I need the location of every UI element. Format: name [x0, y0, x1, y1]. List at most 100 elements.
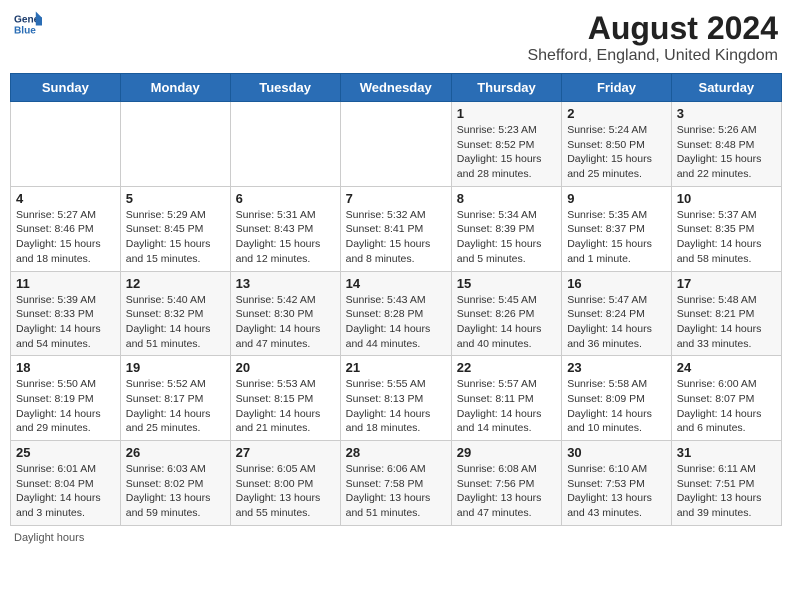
calendar-cell: 25 Sunrise: 6:01 AM Sunset: 8:04 PM Dayli…: [11, 441, 121, 526]
day-info: Sunrise: 5:31 AM Sunset: 8:43 PM Dayligh…: [236, 208, 335, 267]
calendar-cell: 15 Sunrise: 5:45 AM Sunset: 8:26 PM Dayli…: [451, 271, 561, 356]
day-info: Sunrise: 6:03 AM Sunset: 8:02 PM Dayligh…: [126, 462, 225, 521]
footer-text: Daylight hours: [14, 532, 84, 544]
calendar-week-2: 4 Sunrise: 5:27 AM Sunset: 8:46 PM Daylig…: [11, 186, 782, 271]
calendar-cell: 14 Sunrise: 5:43 AM Sunset: 8:28 PM Dayli…: [340, 271, 451, 356]
day-number: 28: [346, 445, 446, 460]
calendar-cell: 21Sunrise: 5:55 AM Sunset: 8:13 PM Dayli…: [340, 356, 451, 441]
calendar-week-1: 1 Sunrise: 5:23 AM Sunset: 8:52 PM Daylig…: [11, 102, 782, 187]
header-sunday: Sunday: [11, 74, 121, 102]
day-info: Sunrise: 5:34 AM Sunset: 8:39 PM Dayligh…: [457, 208, 556, 267]
calendar-cell: 9Sunrise: 5:35 AM Sunset: 8:37 PM Daylig…: [562, 186, 672, 271]
day-info: Sunrise: 5:47 AM Sunset: 8:24 PM Dayligh…: [567, 293, 666, 352]
header: General Blue August 2024 Shefford, Engla…: [10, 10, 782, 65]
day-info: Sunrise: 5:27 AM Sunset: 8:46 PM Dayligh…: [16, 208, 115, 267]
calendar-cell: 4 Sunrise: 5:27 AM Sunset: 8:46 PM Daylig…: [11, 186, 121, 271]
day-number: 31: [677, 445, 776, 460]
day-info: Sunrise: 6:01 AM Sunset: 8:04 PM Dayligh…: [16, 462, 115, 521]
calendar-cell: 27 Sunrise: 6:05 AM Sunset: 8:00 PM Dayli…: [230, 441, 340, 526]
calendar-cell: 23 Sunrise: 5:58 AM Sunset: 8:09 PM Dayli…: [562, 356, 672, 441]
day-info: Sunrise: 5:57 AM Sunset: 8:11 PM Dayligh…: [457, 377, 556, 436]
day-info: Sunrise: 6:08 AM Sunset: 7:56 PM Dayligh…: [457, 462, 556, 521]
day-number: 17: [677, 276, 776, 291]
calendar-cell: 20 Sunrise: 5:53 AM Sunset: 8:15 PM Dayli…: [230, 356, 340, 441]
day-info: Sunrise: 5:52 AM Sunset: 8:17 PM Dayligh…: [126, 377, 225, 436]
day-number: 20: [236, 360, 335, 375]
day-number: 18: [16, 360, 115, 375]
day-info: Sunrise: 6:00 AM Sunset: 8:07 PM Dayligh…: [677, 377, 776, 436]
calendar-cell: 24Sunrise: 6:00 AM Sunset: 8:07 PM Dayli…: [671, 356, 781, 441]
day-info: Sunrise: 5:42 AM Sunset: 8:30 PM Dayligh…: [236, 293, 335, 352]
day-number: 7: [346, 191, 446, 206]
title-area: August 2024 Shefford, England, United Ki…: [527, 10, 778, 65]
day-number: 4: [16, 191, 115, 206]
day-info: Sunrise: 5:35 AM Sunset: 8:37 PM Dayligh…: [567, 208, 666, 267]
calendar-week-5: 25 Sunrise: 6:01 AM Sunset: 8:04 PM Dayli…: [11, 441, 782, 526]
days-row: Sunday Monday Tuesday Wednesday Thursday…: [11, 74, 782, 102]
calendar-cell: 1 Sunrise: 5:23 AM Sunset: 8:52 PM Daylig…: [451, 102, 561, 187]
day-info: Sunrise: 5:32 AM Sunset: 8:41 PM Dayligh…: [346, 208, 446, 267]
calendar-cell: 8 Sunrise: 5:34 AM Sunset: 8:39 PM Daylig…: [451, 186, 561, 271]
day-info: Sunrise: 5:29 AM Sunset: 8:45 PM Dayligh…: [126, 208, 225, 267]
calendar-cell: 6 Sunrise: 5:31 AM Sunset: 8:43 PM Daylig…: [230, 186, 340, 271]
header-wednesday: Wednesday: [340, 74, 451, 102]
day-number: 27: [236, 445, 335, 460]
day-info: Sunrise: 5:45 AM Sunset: 8:26 PM Dayligh…: [457, 293, 556, 352]
calendar-cell: 28 Sunrise: 6:06 AM Sunset: 7:58 PM Dayli…: [340, 441, 451, 526]
header-thursday: Thursday: [451, 74, 561, 102]
day-number: 22: [457, 360, 556, 375]
header-tuesday: Tuesday: [230, 74, 340, 102]
day-info: Sunrise: 5:53 AM Sunset: 8:15 PM Dayligh…: [236, 377, 335, 436]
day-number: 5: [126, 191, 225, 206]
main-title: August 2024: [527, 10, 778, 47]
header-saturday: Saturday: [671, 74, 781, 102]
day-number: 19: [126, 360, 225, 375]
day-info: Sunrise: 6:10 AM Sunset: 7:53 PM Dayligh…: [567, 462, 666, 521]
calendar-cell: 31 Sunrise: 6:11 AM Sunset: 7:51 PM Dayli…: [671, 441, 781, 526]
day-info: Sunrise: 6:06 AM Sunset: 7:58 PM Dayligh…: [346, 462, 446, 521]
footer-note: Daylight hours: [10, 532, 782, 544]
day-info: Sunrise: 5:24 AM Sunset: 8:50 PM Dayligh…: [567, 123, 666, 182]
calendar-cell: 30Sunrise: 6:10 AM Sunset: 7:53 PM Dayli…: [562, 441, 672, 526]
day-info: Sunrise: 5:43 AM Sunset: 8:28 PM Dayligh…: [346, 293, 446, 352]
calendar-cell: 16Sunrise: 5:47 AM Sunset: 8:24 PM Dayli…: [562, 271, 672, 356]
day-info: Sunrise: 5:58 AM Sunset: 8:09 PM Dayligh…: [567, 377, 666, 436]
svg-text:Blue: Blue: [14, 25, 36, 36]
day-number: 15: [457, 276, 556, 291]
calendar-week-4: 18Sunrise: 5:50 AM Sunset: 8:19 PM Dayli…: [11, 356, 782, 441]
calendar-cell: 11Sunrise: 5:39 AM Sunset: 8:33 PM Dayli…: [11, 271, 121, 356]
logo: General Blue: [14, 10, 44, 38]
calendar-cell: 18Sunrise: 5:50 AM Sunset: 8:19 PM Dayli…: [11, 356, 121, 441]
calendar-cell: 7 Sunrise: 5:32 AM Sunset: 8:41 PM Daylig…: [340, 186, 451, 271]
day-number: 1: [457, 106, 556, 121]
day-info: Sunrise: 6:05 AM Sunset: 8:00 PM Dayligh…: [236, 462, 335, 521]
subtitle: Shefford, England, United Kingdom: [527, 47, 778, 65]
calendar-cell: 29Sunrise: 6:08 AM Sunset: 7:56 PM Dayli…: [451, 441, 561, 526]
calendar-cell: 3Sunrise: 5:26 AM Sunset: 8:48 PM Daylig…: [671, 102, 781, 187]
calendar-cell: [11, 102, 121, 187]
day-number: 13: [236, 276, 335, 291]
day-number: 14: [346, 276, 446, 291]
day-number: 6: [236, 191, 335, 206]
calendar-cell: 10Sunrise: 5:37 AM Sunset: 8:35 PM Dayli…: [671, 186, 781, 271]
day-number: 23: [567, 360, 666, 375]
day-info: Sunrise: 5:23 AM Sunset: 8:52 PM Dayligh…: [457, 123, 556, 182]
day-number: 21: [346, 360, 446, 375]
day-number: 11: [16, 276, 115, 291]
calendar-week-3: 11Sunrise: 5:39 AM Sunset: 8:33 PM Dayli…: [11, 271, 782, 356]
day-number: 25: [16, 445, 115, 460]
calendar-cell: 19 Sunrise: 5:52 AM Sunset: 8:17 PM Dayli…: [120, 356, 230, 441]
day-number: 8: [457, 191, 556, 206]
header-monday: Monday: [120, 74, 230, 102]
calendar-cell: 26 Sunrise: 6:03 AM Sunset: 8:02 PM Dayli…: [120, 441, 230, 526]
calendar-cell: 22 Sunrise: 5:57 AM Sunset: 8:11 PM Dayli…: [451, 356, 561, 441]
calendar-cell: 13 Sunrise: 5:42 AM Sunset: 8:30 PM Dayli…: [230, 271, 340, 356]
calendar-cell: 2Sunrise: 5:24 AM Sunset: 8:50 PM Daylig…: [562, 102, 672, 187]
calendar-cell: 12Sunrise: 5:40 AM Sunset: 8:32 PM Dayli…: [120, 271, 230, 356]
day-info: Sunrise: 5:26 AM Sunset: 8:48 PM Dayligh…: [677, 123, 776, 182]
day-number: 26: [126, 445, 225, 460]
day-info: Sunrise: 5:37 AM Sunset: 8:35 PM Dayligh…: [677, 208, 776, 267]
calendar-header: Sunday Monday Tuesday Wednesday Thursday…: [11, 74, 782, 102]
calendar-cell: [340, 102, 451, 187]
day-info: Sunrise: 6:11 AM Sunset: 7:51 PM Dayligh…: [677, 462, 776, 521]
